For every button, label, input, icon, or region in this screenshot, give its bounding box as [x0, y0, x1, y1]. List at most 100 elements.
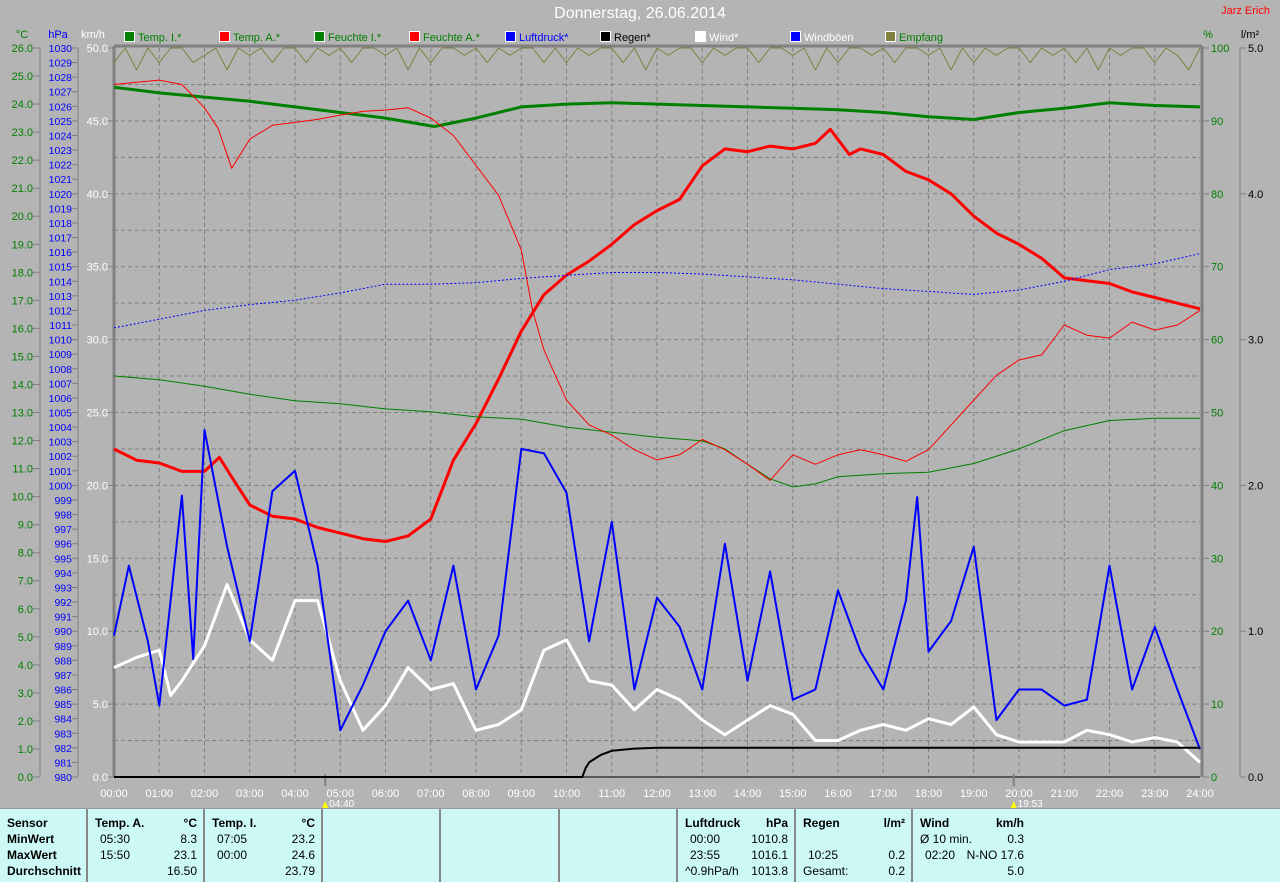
legend-wind[interactable]: Wind* — [695, 31, 738, 44]
weather-chart: °C hPa km/h 0.0 1.0 2.0 3.0 4.0 5.0 6.0 7.0 8.0 9.0 1… — [12, 29, 1263, 808]
stats-unit: °C — [301, 816, 315, 830]
warning-triangle-icon — [1010, 801, 1017, 808]
temp-axis-tick-label: 8.0 — [18, 548, 33, 560]
stats-wind-column: Wind km/h Ø 10 min. 0.3 02:20 N-NO 17.6 5.0 — [913, 809, 1030, 882]
pressure-axis-tick-label: 1001 — [49, 466, 73, 478]
temp-axis-tick-label: 2.0 — [18, 716, 33, 728]
legend-label: Windböen — [804, 32, 854, 44]
legend-label: Empfang — [899, 32, 944, 44]
temp-axis-tick-label: 7.0 — [18, 576, 33, 588]
legend-windboeen[interactable]: Windböen — [790, 31, 854, 44]
legend-feuchte-a[interactable]: Feuchte A.* — [409, 31, 480, 44]
stats-unit: hPa — [765, 816, 788, 830]
pressure-axis-tick-label: 1024 — [49, 130, 73, 142]
temp-axis-tick-label: 9.0 — [18, 520, 33, 532]
pressure-axis-tick-label: 1014 — [49, 276, 73, 288]
legend-temp-i[interactable]: Temp. I.* — [124, 31, 181, 44]
humidity-axis-tick-label: 80 — [1211, 189, 1223, 201]
rain-axis-tick-label: 2.0 — [1248, 480, 1263, 492]
stats-empty-column — [560, 809, 678, 882]
stats-head: Temp. A. — [95, 816, 145, 830]
x-axis-tick-label: 14:00 — [734, 788, 762, 800]
legend-luftdruck[interactable]: Luftdruck* — [505, 31, 569, 44]
wind-axis-unit: km/h — [81, 29, 105, 41]
pressure-axis-tick-label: 996 — [54, 539, 72, 551]
wind-axis-tick-label: 45.0 — [87, 116, 108, 128]
x-axis-tick-label: 00:00 — [100, 788, 128, 800]
stats-avg-value: 23.79 — [284, 864, 315, 878]
x-axis-tick-label: 11:00 — [598, 788, 625, 800]
temp-axis-tick-label: 17.0 — [12, 295, 33, 307]
pressure-axis-tick-label: 993 — [54, 582, 72, 594]
humidity-axis-tick-label: 100 — [1211, 43, 1229, 55]
humidity-axis-tick-label: 90 — [1211, 116, 1223, 128]
x-axis-tick-label: 12:00 — [643, 788, 671, 800]
pressure-axis-tick-label: 1026 — [49, 101, 73, 113]
wind-axis-tick-label: 40.0 — [87, 189, 108, 201]
stats-min-time: 00:00 — [690, 832, 721, 846]
x-axis-tick-label: 21:00 — [1050, 788, 1078, 800]
temp-axis-tick-label: 0.0 — [18, 772, 33, 784]
legend-label: Temp. A.* — [233, 32, 281, 44]
legend-temp-a[interactable]: Temp. A.* — [219, 31, 280, 44]
pressure-axis-tick-label: 1020 — [49, 189, 73, 201]
x-axis-tick-label: 09:00 — [507, 788, 535, 800]
pressure-axis-tick-label: 995 — [54, 553, 72, 565]
stats-max-time: 02:20 — [925, 848, 956, 862]
x-axis-tick-label: 23:00 — [1141, 788, 1169, 800]
legend-regen[interactable]: Regen* — [600, 31, 651, 44]
pressure-axis-tick-label: 985 — [54, 699, 72, 711]
x-axis-tick-label: 18:00 — [915, 788, 943, 800]
stats-min-value: 8.3 — [180, 832, 197, 846]
stats-max-time: 15:50 — [100, 848, 131, 862]
pressure-axis-tick-label: 992 — [54, 597, 72, 609]
stats-avg-value: 16.50 — [166, 864, 197, 878]
pressure-axis-tick-label: 1009 — [49, 349, 73, 361]
stats-total-label: Gesamt: — [803, 864, 849, 878]
stats-max-time: 23:55 — [690, 848, 721, 862]
chart-title: Donnerstag, 26.06.2014 — [554, 5, 726, 22]
pressure-axis-tick-label: 1016 — [49, 247, 73, 259]
stats-max-value: N-NO 17.6 — [966, 848, 1024, 862]
stats-head: Temp. I. — [212, 816, 257, 830]
legend-label: Temp. I.* — [138, 32, 182, 44]
pressure-axis-tick-label: 988 — [54, 655, 72, 667]
humidity-axis-tick-label: 40 — [1211, 480, 1223, 492]
pressure-axis-tick-label: 983 — [54, 728, 72, 740]
pressure-axis-tick-label: 1002 — [49, 451, 73, 463]
wind-axis-tick-label: 35.0 — [87, 262, 108, 274]
legend-label: Feuchte A.* — [423, 32, 480, 44]
humidity-axis-tick-label: 60 — [1211, 335, 1223, 347]
x-axis-tick-label: 22:00 — [1096, 788, 1124, 800]
stats-min-value: 23.2 — [291, 832, 315, 846]
temp-axis-tick-label: 5.0 — [18, 632, 33, 644]
x-axis-tick-label: 17:00 — [869, 788, 897, 800]
temp-axis-tick-label: 13.0 — [12, 408, 33, 420]
pressure-axis-tick-label: 998 — [54, 510, 72, 522]
pressure-axis-tick-label: 1019 — [49, 203, 73, 215]
pressure-axis-tick-label: 999 — [54, 495, 72, 507]
stats-panel: Sensor MinWert MaxWert Durchschnitt Temp… — [0, 808, 1280, 882]
humidity-axis-unit: % — [1203, 29, 1213, 41]
humidity-axis-tick-label: 20 — [1211, 626, 1223, 638]
wind-axis-tick-label: 5.0 — [93, 699, 108, 711]
x-axis-tick-label: 08:00 — [462, 788, 490, 800]
pressure-axis-tick-label: 1021 — [49, 174, 73, 186]
legend-feuchte-i[interactable]: Feuchte I.* — [314, 31, 381, 44]
pressure-axis-tick-label: 982 — [54, 743, 72, 755]
pressure-axis-tick-label: 1023 — [49, 145, 73, 157]
x-axis-tick-label: 02:00 — [191, 788, 219, 800]
pressure-axis-tick-label: 1005 — [49, 408, 73, 420]
pressure-axis-tick-label: 1022 — [49, 160, 73, 172]
temp-axis-tick-label: 19.0 — [12, 239, 33, 251]
stats-min-label: MinWert — [7, 832, 55, 846]
temp-axis-tick-label: 24.0 — [12, 99, 33, 111]
pressure-axis-unit: hPa — [48, 29, 68, 41]
humidity-axis-tick-label: 50 — [1211, 408, 1223, 420]
temp-axis-tick-label: 6.0 — [18, 604, 33, 616]
legend-swatch-icon — [695, 31, 706, 42]
legend-empfang[interactable]: Empfang — [885, 31, 943, 44]
x-axis-tick-label: 06:00 — [372, 788, 400, 800]
x-axis-tick-label: 19:00 — [960, 788, 988, 800]
pressure-axis-tick-label: 980 — [54, 772, 72, 784]
